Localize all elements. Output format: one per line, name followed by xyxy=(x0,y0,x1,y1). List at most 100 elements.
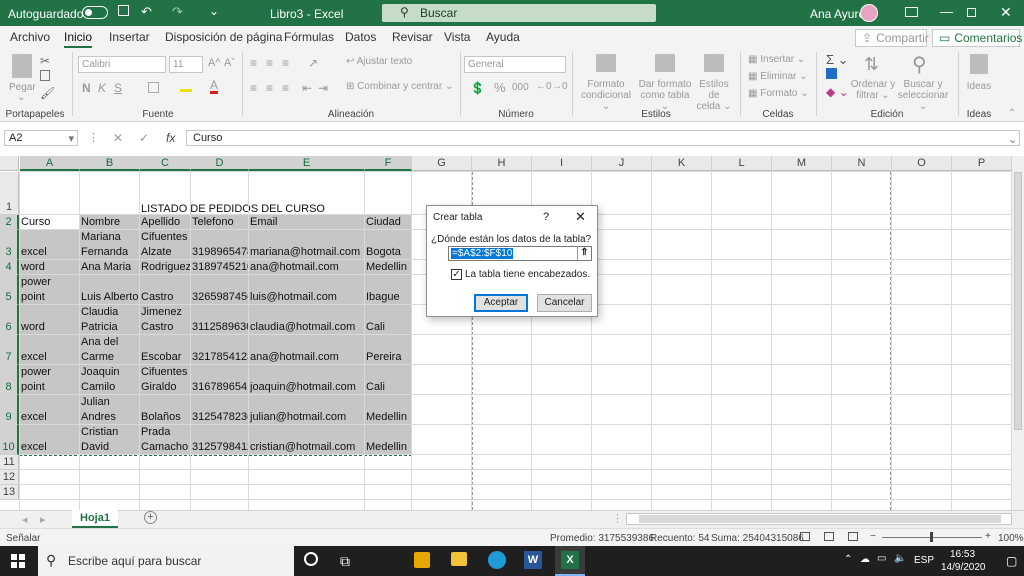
cell-email[interactable]: luis@hotmail.com xyxy=(250,290,364,305)
column-header-n[interactable]: N xyxy=(832,156,892,171)
clear-icon[interactable]: ◆ ⌄ xyxy=(826,85,849,99)
autosave-toggle[interactable] xyxy=(82,6,108,19)
currency-icon[interactable]: 💲 xyxy=(470,81,485,95)
copy-icon[interactable] xyxy=(40,70,50,81)
cell-ciudad[interactable]: Bogota xyxy=(366,245,411,260)
align-top-icon[interactable]: ≡ xyxy=(250,56,257,70)
ideas-button[interactable]: Ideas xyxy=(962,81,996,92)
cell-nombre[interactable]: Ana Maria xyxy=(81,260,139,275)
cell-apellido[interactable]: Prada Camacho xyxy=(141,425,190,455)
cell-nombre[interactable]: Julian Andres xyxy=(81,395,139,425)
cell-curso[interactable]: excel xyxy=(21,245,79,260)
save-icon[interactable] xyxy=(118,5,129,16)
redo-icon[interactable]: ↷ xyxy=(172,4,183,20)
autosum-icon[interactable]: Σ ⌄ xyxy=(826,52,849,68)
find-select-button[interactable]: Buscar y seleccionar ⌄ xyxy=(896,79,950,112)
column-header-d[interactable]: D xyxy=(191,156,249,171)
cell-curso[interactable]: excel xyxy=(21,410,79,425)
cell-nombre[interactable]: Cristian David xyxy=(81,425,139,455)
header-cell[interactable]: Apellido xyxy=(141,215,190,230)
row-header-3[interactable]: 3 xyxy=(0,230,19,260)
store-icon[interactable] xyxy=(414,552,430,568)
cell-nombre[interactable]: Claudia Patricia xyxy=(81,305,139,335)
edge-icon[interactable] xyxy=(488,551,506,569)
formula-options-icon[interactable]: ⋮ xyxy=(88,131,99,144)
tab-ayuda[interactable]: Ayuda xyxy=(486,30,520,44)
column-header-l[interactable]: L xyxy=(712,156,772,171)
cell-ciudad[interactable]: Ibague xyxy=(366,290,411,305)
add-sheet-button[interactable]: + xyxy=(144,511,157,524)
battery-icon[interactable]: ▭ xyxy=(877,553,886,564)
percent-button[interactable]: % xyxy=(494,80,506,95)
undo-icon[interactable]: ↶ xyxy=(141,4,152,20)
cell-apellido[interactable]: Jimenez Castro xyxy=(141,305,190,335)
number-format-combo[interactable]: General xyxy=(464,56,566,73)
volume-icon[interactable]: 🔈 xyxy=(894,553,906,564)
formula-input[interactable]: Curso xyxy=(186,130,1020,146)
cell-email[interactable]: claudia@hotmail.com xyxy=(250,320,364,335)
search-box[interactable]: ⚲ Buscar xyxy=(382,4,656,22)
fill-color-icon[interactable] xyxy=(180,80,192,92)
cell-ciudad[interactable]: Medellin xyxy=(366,410,411,425)
font-color-icon[interactable]: A xyxy=(210,79,219,94)
align-middle-icon[interactable]: ≡ xyxy=(266,56,273,70)
horizontal-scroll-thumb[interactable] xyxy=(639,515,1001,523)
cell-apellido[interactable]: Escobar xyxy=(141,350,190,365)
row-header-11[interactable]: 11 xyxy=(0,455,19,470)
tab-insertar[interactable]: Insertar xyxy=(109,30,150,44)
cut-icon[interactable]: ✂ xyxy=(40,54,50,68)
tab-revisar[interactable]: Revisar xyxy=(392,30,433,44)
tab-formulas[interactable]: Fórmulas xyxy=(284,30,334,44)
underline-button[interactable]: S xyxy=(114,81,122,95)
zoom-level[interactable]: 100% xyxy=(998,533,1024,544)
cell-telefono[interactable]: 3125478236 xyxy=(192,410,248,425)
cell-curso[interactable]: power point xyxy=(21,275,79,305)
align-right-icon[interactable]: ≡ xyxy=(282,81,289,95)
column-header-g[interactable]: G xyxy=(412,156,472,171)
font-size-combo[interactable]: 11 xyxy=(169,56,203,73)
zoom-in-icon[interactable]: + xyxy=(985,531,991,542)
align-bottom-icon[interactable]: ≡ xyxy=(282,56,289,70)
headers-checkbox-label[interactable]: La tabla tiene encabezados. xyxy=(465,269,590,280)
row-header-7[interactable]: 7 xyxy=(0,335,19,365)
column-header-m[interactable]: M xyxy=(772,156,832,171)
format-as-table-icon[interactable] xyxy=(655,54,675,72)
column-header-j[interactable]: J xyxy=(592,156,652,171)
horizontal-scrollbar[interactable] xyxy=(626,513,1012,525)
cell-curso[interactable]: excel xyxy=(21,350,79,365)
cell-email[interactable]: joaquin@hotmail.com xyxy=(250,380,364,395)
cell-email[interactable]: cristian@hotmail.com xyxy=(250,440,364,455)
font-name-combo[interactable]: Calibri xyxy=(78,56,166,73)
task-view-icon[interactable]: ⧉ xyxy=(340,553,350,570)
column-header-a[interactable]: A xyxy=(20,156,80,171)
windows-start-icon[interactable] xyxy=(11,554,25,568)
row-header-2[interactable]: 2 xyxy=(0,215,19,230)
row-header-12[interactable]: 12 xyxy=(0,470,19,485)
zoom-slider-thumb[interactable] xyxy=(930,532,933,542)
cell-curso[interactable]: word xyxy=(21,320,79,335)
column-header-k[interactable]: K xyxy=(652,156,712,171)
paste-dropdown-icon[interactable]: ⌄ xyxy=(17,92,25,103)
borders-icon[interactable] xyxy=(148,82,159,93)
page-break-view-icon[interactable] xyxy=(848,532,858,541)
bold-button[interactable]: N xyxy=(82,81,91,95)
tab-disposicion[interactable]: Disposición de página xyxy=(165,30,282,44)
column-header-c[interactable]: C xyxy=(140,156,191,171)
increase-indent-icon[interactable]: ⇥ xyxy=(318,81,328,95)
format-as-table-button[interactable]: Dar formato como tabla ⌄ xyxy=(636,79,694,112)
cell-email[interactable]: julian@hotmail.com xyxy=(250,410,364,425)
cell-nombre[interactable]: Joaquin Camilo xyxy=(81,365,139,395)
file-explorer-icon[interactable] xyxy=(451,552,467,566)
header-cell[interactable]: Nombre xyxy=(81,215,139,230)
format-cells-button[interactable]: ▦ Formato ⌄ xyxy=(748,88,809,99)
row-header-9[interactable]: 9 xyxy=(0,395,19,425)
ribbon-display-icon[interactable] xyxy=(905,7,918,17)
tab-inicio[interactable]: Inicio xyxy=(64,30,93,49)
help-button[interactable]: ? xyxy=(543,211,549,223)
tab-archivo[interactable]: Archivo xyxy=(10,30,50,44)
cell-curso[interactable]: power point xyxy=(21,365,79,395)
sort-filter-icon[interactable]: ⇅ xyxy=(864,54,879,75)
cell-ciudad[interactable]: Medellin xyxy=(366,440,411,455)
cell-apellido[interactable]: Cifuentes Alzate xyxy=(141,230,190,260)
cell-telefono[interactable]: 3189745210 xyxy=(192,260,248,275)
